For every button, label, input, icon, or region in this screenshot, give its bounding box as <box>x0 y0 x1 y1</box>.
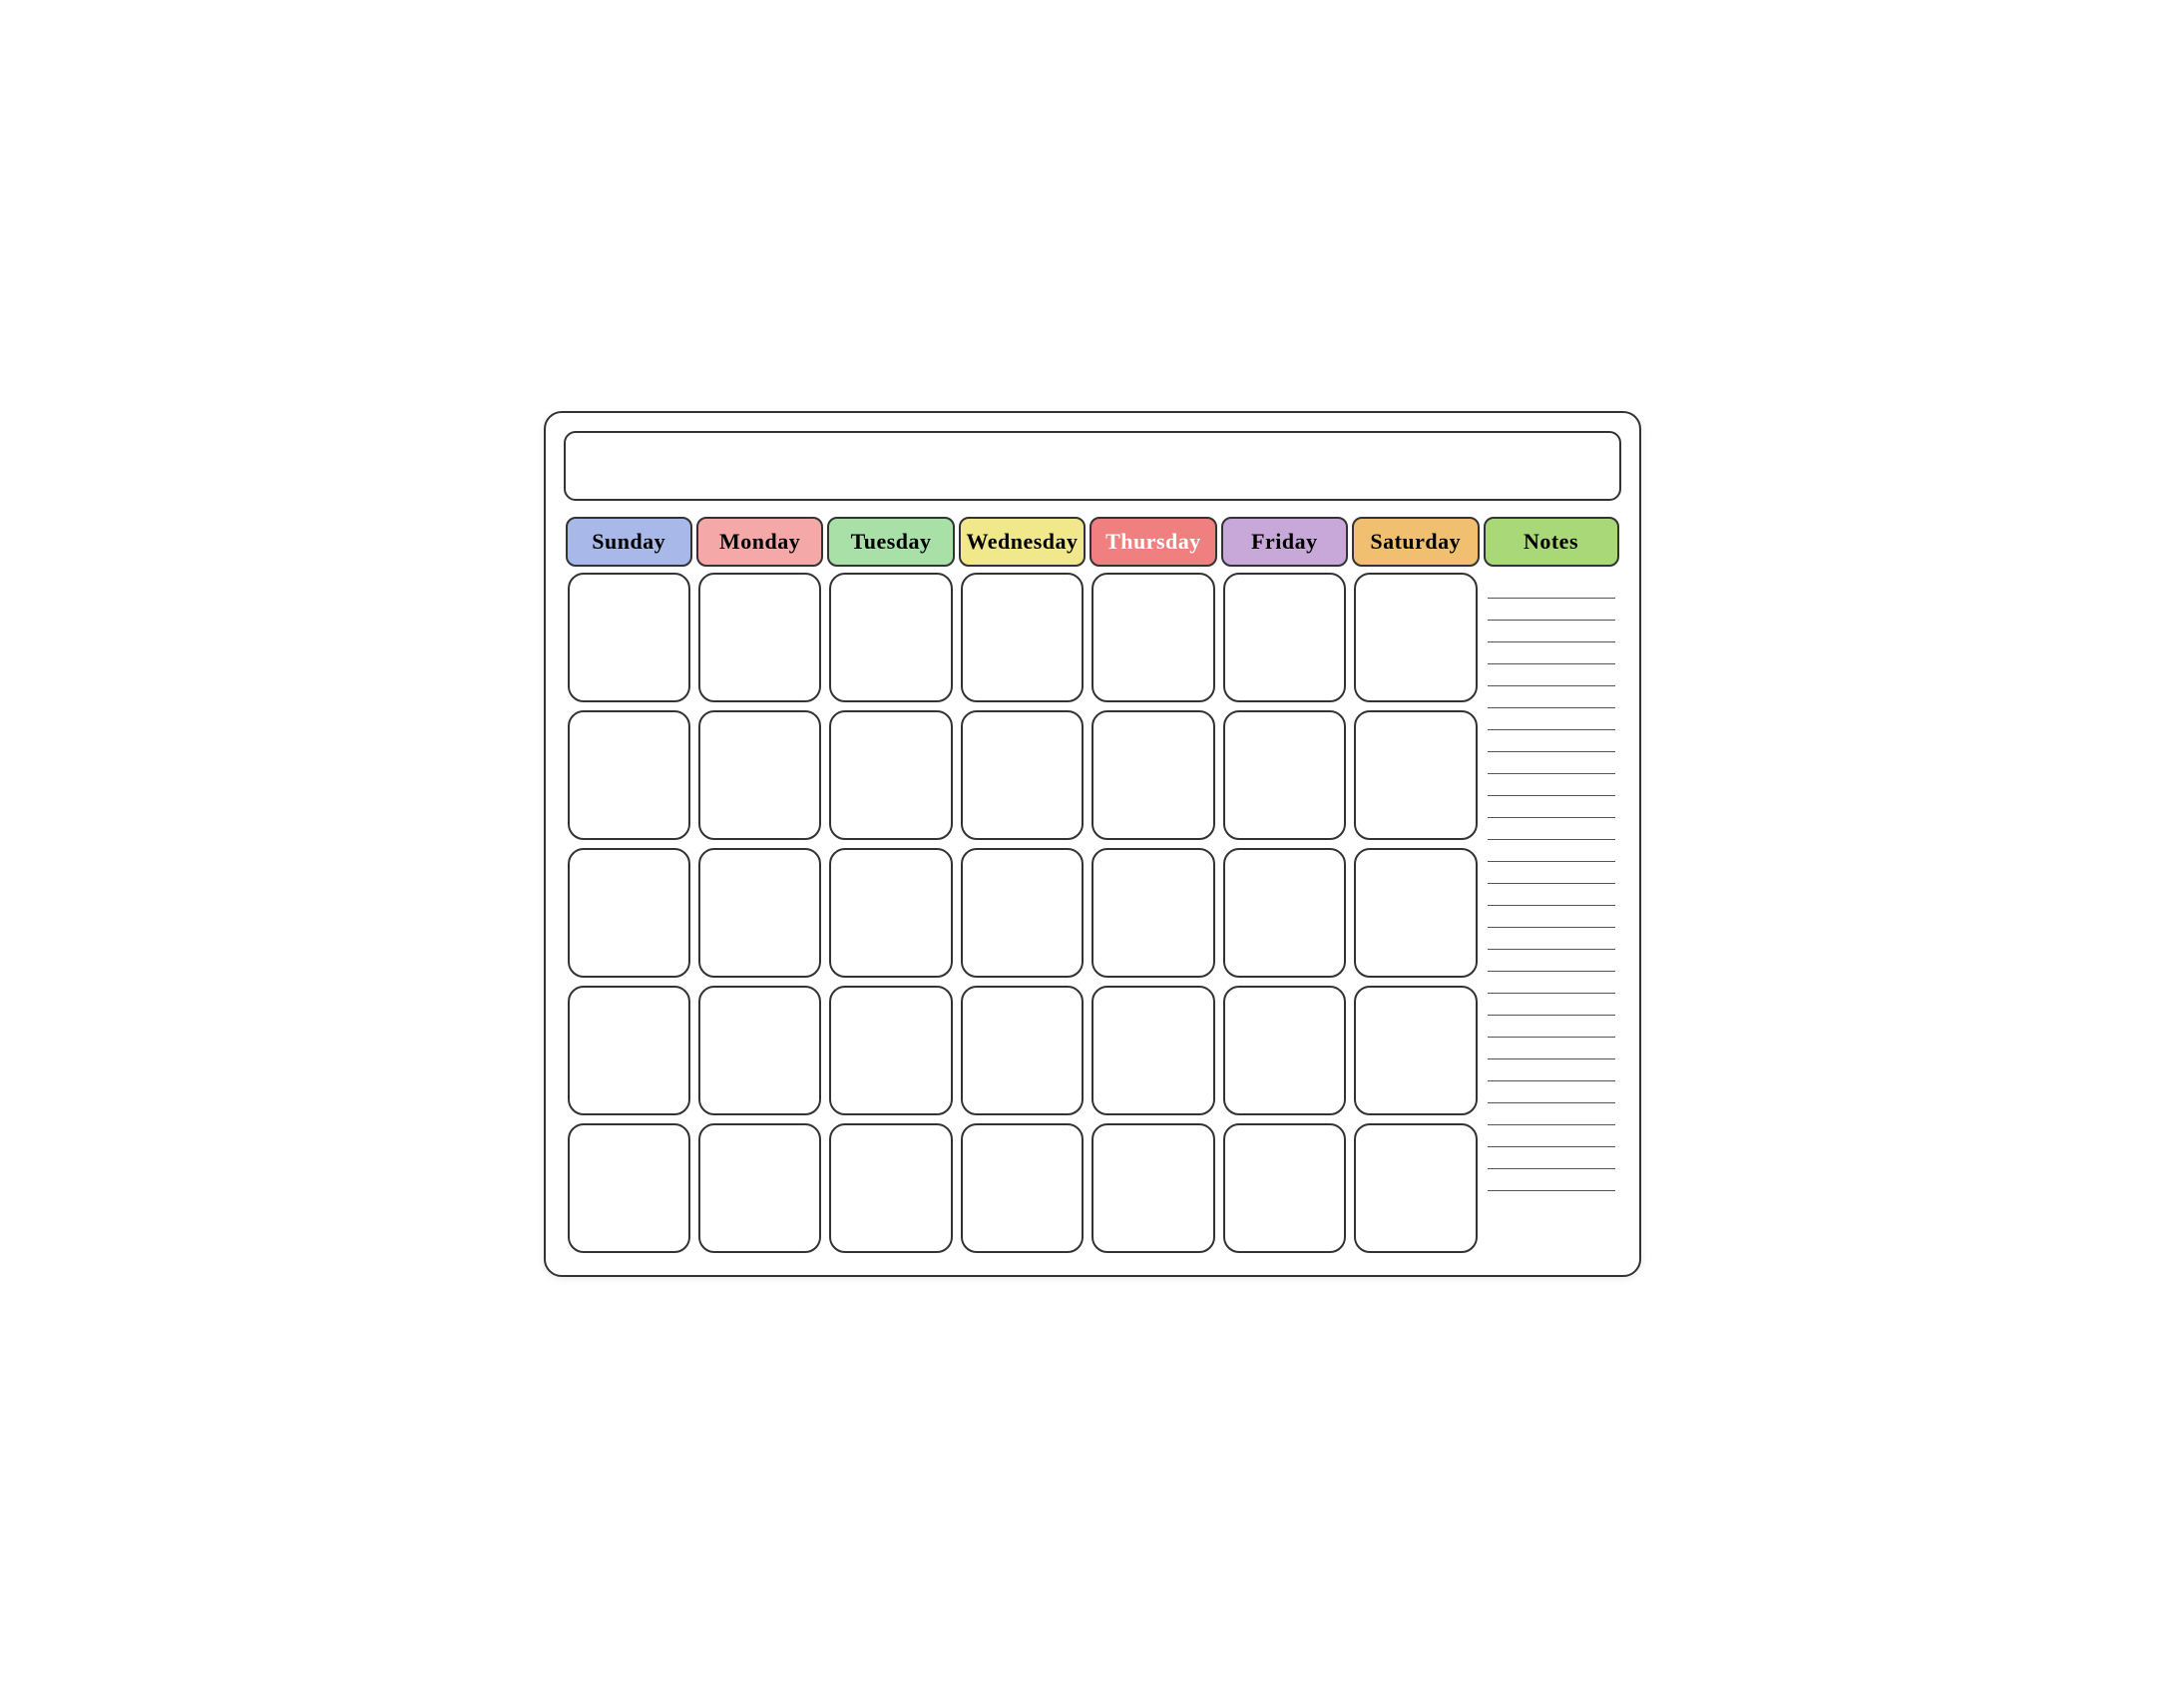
header-notes: Notes <box>1484 517 1619 567</box>
notes-line[interactable] <box>1488 796 1615 818</box>
notes-line[interactable] <box>1488 950 1615 972</box>
cell-r5-sun[interactable] <box>568 1123 690 1253</box>
cell-r2-sat[interactable] <box>1354 710 1477 840</box>
cell-r1-fri[interactable] <box>1223 573 1346 702</box>
cell-r2-wed[interactable] <box>961 710 1084 840</box>
cell-r5-mon[interactable] <box>698 1123 821 1253</box>
cell-r5-sat[interactable] <box>1354 1123 1477 1253</box>
cell-r3-fri[interactable] <box>1223 848 1346 978</box>
calendar-wrapper: Sunday Monday Tuesday Wednesday Thursday… <box>544 411 1641 1277</box>
notes-line[interactable] <box>1488 1147 1615 1169</box>
cell-r5-tue[interactable] <box>829 1123 952 1253</box>
cell-r4-sat[interactable] <box>1354 986 1477 1115</box>
notes-line[interactable] <box>1488 1059 1615 1081</box>
cell-r5-wed[interactable] <box>961 1123 1084 1253</box>
cell-r4-wed[interactable] <box>961 986 1084 1115</box>
notes-line[interactable] <box>1488 642 1615 664</box>
cell-r4-fri[interactable] <box>1223 986 1346 1115</box>
header-monday: Monday <box>696 517 823 567</box>
cell-r5-thu[interactable] <box>1092 1123 1214 1253</box>
notes-line[interactable] <box>1488 1038 1615 1059</box>
cell-r4-sun[interactable] <box>568 986 690 1115</box>
notes-lines-area[interactable] <box>1482 569 1621 1257</box>
header-wednesday: Wednesday <box>959 517 1086 567</box>
notes-line[interactable] <box>1488 621 1615 642</box>
notes-line[interactable] <box>1488 1169 1615 1191</box>
notes-line[interactable] <box>1488 840 1615 862</box>
cell-r1-tue[interactable] <box>829 573 952 702</box>
cell-r2-tue[interactable] <box>829 710 952 840</box>
cell-r1-thu[interactable] <box>1092 573 1214 702</box>
cell-r3-wed[interactable] <box>961 848 1084 978</box>
notes-line[interactable] <box>1488 1016 1615 1038</box>
cell-r4-tue[interactable] <box>829 986 952 1115</box>
cell-r3-tue[interactable] <box>829 848 952 978</box>
cell-r4-mon[interactable] <box>698 986 821 1115</box>
header-thursday: Thursday <box>1090 517 1216 567</box>
cell-r4-thu[interactable] <box>1092 986 1214 1115</box>
notes-line[interactable] <box>1488 686 1615 708</box>
cell-r2-fri[interactable] <box>1223 710 1346 840</box>
notes-line[interactable] <box>1488 708 1615 730</box>
notes-line[interactable] <box>1488 1125 1615 1147</box>
header-sunday: Sunday <box>566 517 692 567</box>
notes-line[interactable] <box>1488 972 1615 994</box>
title-bar[interactable] <box>564 431 1621 501</box>
notes-line[interactable] <box>1488 928 1615 950</box>
calendar-grid: Sunday Monday Tuesday Wednesday Thursday… <box>564 515 1621 1257</box>
cell-r1-sat[interactable] <box>1354 573 1477 702</box>
notes-line[interactable] <box>1488 1103 1615 1125</box>
cell-r3-mon[interactable] <box>698 848 821 978</box>
cell-r2-sun[interactable] <box>568 710 690 840</box>
notes-line[interactable] <box>1488 664 1615 686</box>
cell-r1-mon[interactable] <box>698 573 821 702</box>
notes-line[interactable] <box>1488 906 1615 928</box>
notes-line[interactable] <box>1488 862 1615 884</box>
notes-line[interactable] <box>1488 577 1615 599</box>
notes-line[interactable] <box>1488 994 1615 1016</box>
notes-line[interactable] <box>1488 730 1615 752</box>
notes-line[interactable] <box>1488 752 1615 774</box>
header-friday: Friday <box>1221 517 1348 567</box>
cell-r1-sun[interactable] <box>568 573 690 702</box>
notes-line[interactable] <box>1488 774 1615 796</box>
cell-r3-thu[interactable] <box>1092 848 1214 978</box>
header-saturday: Saturday <box>1352 517 1479 567</box>
notes-line[interactable] <box>1488 884 1615 906</box>
cell-r3-sat[interactable] <box>1354 848 1477 978</box>
cell-r5-fri[interactable] <box>1223 1123 1346 1253</box>
notes-line[interactable] <box>1488 1081 1615 1103</box>
notes-line[interactable] <box>1488 818 1615 840</box>
cell-r2-thu[interactable] <box>1092 710 1214 840</box>
cell-r1-wed[interactable] <box>961 573 1084 702</box>
cell-r2-mon[interactable] <box>698 710 821 840</box>
header-tuesday: Tuesday <box>827 517 954 567</box>
notes-line[interactable] <box>1488 599 1615 621</box>
cell-r3-sun[interactable] <box>568 848 690 978</box>
